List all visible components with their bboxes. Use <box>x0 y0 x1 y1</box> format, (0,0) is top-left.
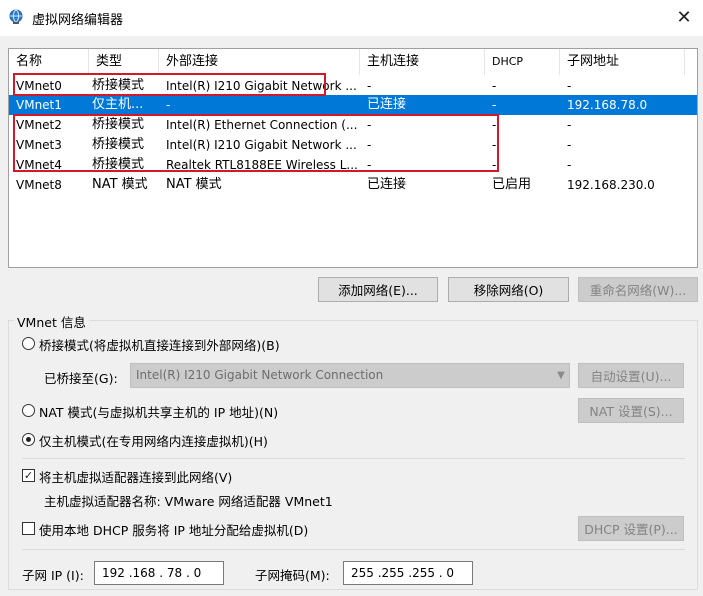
close-icon[interactable]: ✕ <box>668 4 700 30</box>
column-header-type[interactable]: 类型 <box>89 49 159 75</box>
row-subnet: - <box>567 79 572 93</box>
row-dhcp: 已启用 <box>492 177 532 192</box>
column-header-subnet[interactable]: 子网地址 <box>560 49 685 75</box>
row-type: 桥接模式 <box>92 137 145 152</box>
table-row[interactable]: VMnet2 桥接模式 Intel(R) Ethernet Connection… <box>9 115 697 135</box>
row-subnet: - <box>567 138 572 152</box>
subnet-ip-label: 子网 IP (I): <box>22 568 84 583</box>
row-dhcp: - <box>492 118 497 132</box>
row-subnet: - <box>567 158 572 172</box>
row-host: - <box>367 79 372 93</box>
column-header-name[interactable]: 名称 <box>9 49 89 75</box>
column-header-external[interactable]: 外部连接 <box>159 49 360 75</box>
row-external: Realtek RTL8188EE Wireless L... <box>166 158 358 172</box>
add-network-button[interactable]: 添加网络(E)... <box>318 277 438 302</box>
table-row-selected[interactable]: VMnet1 仅主机... - 已连接 - 192.168.78.0 <box>9 95 697 115</box>
rename-network-button[interactable]: 重命名网络(W)... <box>578 277 698 302</box>
row-dhcp: - <box>492 98 497 112</box>
nat-settings-button[interactable]: NAT 设置(S)... <box>578 398 684 423</box>
separator <box>22 549 685 550</box>
row-name: VMnet4 <box>16 158 62 172</box>
row-subnet: - <box>567 118 572 132</box>
window-title: 虚拟网络编辑器 <box>32 13 124 28</box>
bridged-to-label: 已桥接至(G): <box>44 371 118 386</box>
network-globe-icon <box>8 9 24 25</box>
subnet-mask-label: 子网掩码(M): <box>255 568 330 583</box>
row-external: Intel(R) I210 Gigabit Network ... <box>166 79 357 93</box>
row-name: VMnet2 <box>16 118 62 132</box>
row-host: 已连接 <box>367 177 407 192</box>
row-host: - <box>367 138 372 152</box>
vmnet-info-label: VMnet 信息 <box>14 312 89 331</box>
table-row[interactable]: VMnet3 桥接模式 Intel(R) I210 Gigabit Networ… <box>9 135 697 155</box>
row-name: VMnet0 <box>16 79 62 93</box>
row-dhcp: - <box>492 79 497 93</box>
bridged-mode-radio[interactable] <box>22 337 35 350</box>
dhcp-settings-button[interactable]: DHCP 设置(P)... <box>578 516 684 541</box>
bridged-adapter-select[interactable]: Intel(R) I210 Gigabit Network Connection <box>130 363 570 388</box>
row-dhcp: - <box>492 158 497 172</box>
column-header-dhcp[interactable]: DHCP <box>485 49 560 75</box>
network-table[interactable]: 名称 类型 外部连接 主机连接 DHCP 子网地址 VMnet0 桥接模式 In… <box>8 48 698 268</box>
chevron-down-icon: ▼ <box>557 370 565 381</box>
column-header-host[interactable]: 主机连接 <box>360 49 485 75</box>
row-type: 桥接模式 <box>92 78 145 93</box>
row-type: 桥接模式 <box>92 157 145 172</box>
row-dhcp: - <box>492 138 497 152</box>
connect-adapter-checkbox[interactable]: ✓ <box>22 469 35 482</box>
row-external: Intel(R) I210 Gigabit Network ... <box>166 138 357 152</box>
host-only-mode-radio[interactable] <box>22 433 35 446</box>
row-type: 仅主机... <box>92 97 144 112</box>
row-name: VMnet1 <box>16 98 62 112</box>
table-row[interactable]: VMnet4 桥接模式 Realtek RTL8188EE Wireless L… <box>9 155 697 175</box>
table-row[interactable]: VMnet0 桥接模式 Intel(R) I210 Gigabit Networ… <box>9 76 697 96</box>
row-name: VMnet8 <box>16 178 62 192</box>
row-host: - <box>367 118 372 132</box>
nat-mode-radio[interactable] <box>22 404 35 417</box>
row-type: 桥接模式 <box>92 117 145 132</box>
remove-network-button[interactable]: 移除网络(O) <box>448 277 569 302</box>
local-dhcp-checkbox[interactable] <box>22 522 35 535</box>
row-external: NAT 模式 <box>166 177 222 192</box>
row-name: VMnet3 <box>16 138 62 152</box>
adapter-name-label: 主机虚拟适配器名称: VMware 网络适配器 VMnet1 <box>44 494 333 509</box>
row-subnet: 192.168.78.0 <box>567 98 648 112</box>
row-host: - <box>367 158 372 172</box>
row-external: - <box>166 98 171 112</box>
subnet-mask-input[interactable]: 255 .255 .255 . 0 <box>343 561 473 585</box>
subnet-ip-input[interactable]: 192 .168 . 78 . 0 <box>94 561 224 585</box>
row-subnet: 192.168.230.0 <box>567 178 655 192</box>
separator <box>22 458 685 459</box>
host-only-mode-label: 仅主机模式(在专用网络内连接虚拟机)(H) <box>39 434 268 449</box>
row-host: 已连接 <box>367 97 407 112</box>
row-external: Intel(R) Ethernet Connection (... <box>166 118 358 132</box>
nat-mode-label: NAT 模式(与虚拟机共享主机的 IP 地址)(N) <box>39 405 279 420</box>
auto-settings-button[interactable]: 自动设置(U)... <box>578 363 684 388</box>
table-row[interactable]: VMnet8 NAT 模式 NAT 模式 已连接 已启用 192.168.230… <box>9 175 697 195</box>
connect-adapter-label: 将主机虚拟适配器连接到此网络(V) <box>39 470 233 485</box>
local-dhcp-label: 使用本地 DHCP 服务将 IP 地址分配给虚拟机(D) <box>39 523 309 538</box>
bridged-mode-label: 桥接模式(将虚拟机直接连接到外部网络)(B) <box>39 338 280 353</box>
row-type: NAT 模式 <box>92 177 148 192</box>
